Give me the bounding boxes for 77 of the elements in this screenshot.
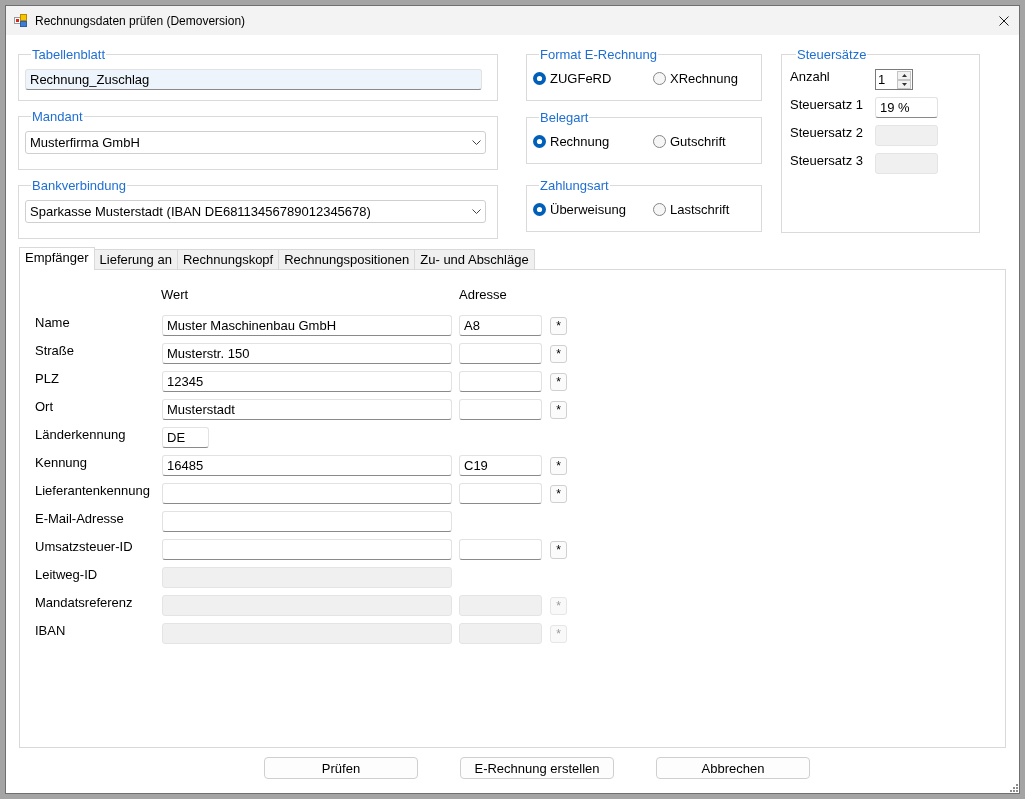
group-title: Zahlungsart	[539, 178, 610, 193]
group-title: Tabellenblatt	[31, 47, 106, 62]
dropdown[interactable]: Musterfirma GmbH	[25, 131, 486, 154]
dialog-button[interactable]: Prüfen	[264, 757, 418, 779]
group-title: Format E-Rechnung	[539, 47, 659, 62]
text-field[interactable]: DE	[162, 427, 209, 448]
text-field[interactable]: Musterstr. 150	[162, 343, 452, 364]
text-field[interactable]: Muster Maschinenbau GmbH	[162, 315, 452, 336]
field-label: Umsatzsteuer-ID	[35, 539, 134, 554]
dropdown[interactable]: Sparkasse Musterstadt (IBAN DE68113456789012345678)	[25, 200, 486, 223]
text-field[interactable]: Musterstadt	[162, 399, 452, 420]
field-label: Straße	[35, 343, 75, 358]
spin-up-button[interactable]	[897, 70, 911, 80]
text-field[interactable]: 16485	[162, 455, 452, 476]
address-field[interactable]	[459, 371, 542, 392]
radio-option[interactable]: Lastschrift	[653, 202, 730, 217]
field-label: Mandatsreferenz	[35, 595, 134, 610]
app-icon	[14, 14, 27, 27]
address-field[interactable]: A8	[459, 315, 542, 336]
field-label: Leitweg-ID	[35, 567, 99, 582]
asterisk-button[interactable]: *	[550, 541, 567, 559]
field-label: E-Mail-Adresse	[35, 511, 125, 526]
text-field[interactable]: 19 %	[875, 97, 938, 118]
field-label: Name	[35, 315, 71, 330]
text-field[interactable]	[162, 539, 452, 560]
field-label: Anzahl	[790, 69, 831, 84]
tab[interactable]: Empfänger	[19, 247, 95, 270]
asterisk-button[interactable]: *	[550, 485, 567, 503]
dialog-button[interactable]: Abbrechen	[656, 757, 810, 779]
text-field[interactable]: 12345	[162, 371, 452, 392]
field-label: Steuersatz 2	[790, 125, 864, 140]
field-label: Lieferantenkennung	[35, 483, 151, 498]
asterisk-button[interactable]: *	[550, 345, 567, 363]
field-label: IBAN	[35, 623, 67, 638]
radio-option[interactable]: Rechnung	[533, 134, 610, 149]
radio-option[interactable]: ZUGFeRD	[533, 71, 612, 86]
tab[interactable]: Rechnungskopf	[176, 249, 280, 270]
field-label: Steuersatz 1	[790, 97, 864, 112]
tab[interactable]: Zu- und Abschläge	[414, 249, 535, 270]
column-header: Adresse	[459, 287, 507, 302]
field-label: Ort	[35, 399, 55, 414]
group-title: Steuersätze	[796, 47, 868, 62]
asterisk-button[interactable]: *	[550, 457, 567, 475]
down-triangle-icon	[901, 82, 907, 86]
spin-box[interactable]: 1	[875, 69, 913, 90]
tab[interactable]: Lieferung an	[93, 249, 178, 270]
column-header: Wert	[161, 287, 190, 302]
chevron-down-icon	[472, 140, 481, 145]
close-icon[interactable]	[999, 15, 1009, 26]
group-title: Bankverbindung	[31, 178, 127, 193]
text-field[interactable]: Rechnung_Zuschlag	[25, 69, 482, 90]
address-field[interactable]	[459, 539, 542, 560]
window-title: Rechnungsdaten prüfen (Demoversion)	[35, 13, 246, 28]
tab[interactable]: Rechnungspositionen	[278, 249, 416, 270]
address-field[interactable]	[459, 343, 542, 364]
chevron-down-icon	[472, 209, 481, 214]
address-field[interactable]: C19	[459, 455, 542, 476]
asterisk-button[interactable]: *	[550, 401, 567, 419]
text-field[interactable]	[162, 483, 452, 504]
field-label: PLZ	[35, 371, 60, 386]
up-triangle-icon	[901, 73, 907, 77]
group-title: Mandant	[31, 109, 84, 124]
radio-option[interactable]: Überweisung	[533, 202, 626, 217]
text-field[interactable]	[162, 511, 452, 532]
dialog-button[interactable]: E-Rechnung erstellen	[460, 757, 614, 779]
field-label: Steuersatz 3	[790, 153, 864, 168]
radio-option[interactable]: XRechnung	[653, 71, 738, 86]
address-field[interactable]	[459, 483, 542, 504]
field-label: Kennung	[35, 455, 89, 470]
address-field[interactable]	[459, 399, 542, 420]
radio-option[interactable]: Gutschrift	[653, 134, 726, 149]
asterisk-button[interactable]: *	[550, 317, 567, 335]
asterisk-button[interactable]: *	[550, 373, 567, 391]
group-title: Belegart	[539, 110, 590, 125]
field-label: Länderkennung	[35, 427, 127, 442]
spin-down-button[interactable]	[897, 79, 911, 89]
resize-grip-icon[interactable]	[1010, 784, 1018, 792]
